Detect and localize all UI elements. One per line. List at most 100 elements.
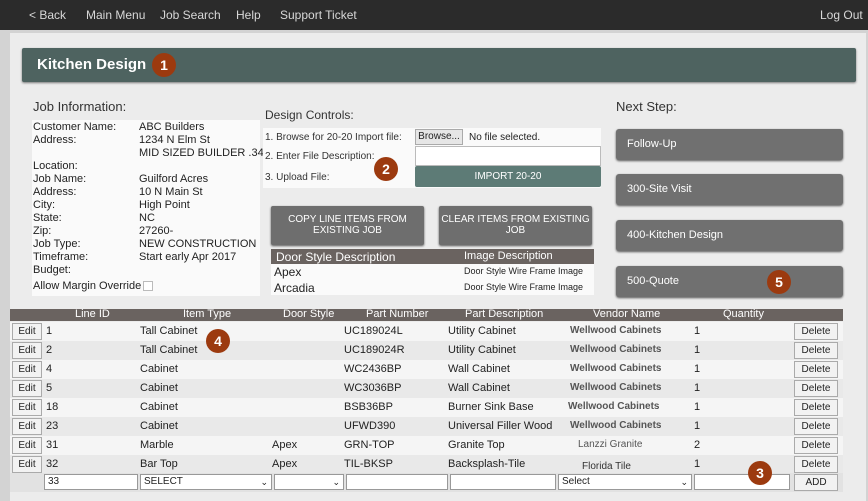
job-info-panel: Customer Name: ABC Builders Address: 1234 … <box>32 120 264 296</box>
quantity: 1 <box>694 325 701 337</box>
job-info-value: 27260- <box>139 225 174 237</box>
margin-override-label: Allow Margin Override <box>33 280 142 292</box>
table-row: Edit 32 Bar Top Apex TIL-BKSP Backsplash… <box>10 455 843 474</box>
part-number-input[interactable] <box>346 474 448 490</box>
delete-button[interactable]: Delete <box>794 342 838 359</box>
delete-button[interactable]: Delete <box>794 399 838 416</box>
copy-button-line2: EXISTING JOB <box>313 225 382 236</box>
import-button[interactable]: IMPORT 20-20 <box>415 166 601 187</box>
clear-items-button[interactable]: CLEAR ITEMS FROM EXISTING JOB <box>439 206 592 245</box>
edit-button[interactable]: Edit <box>12 361 42 378</box>
job-info-label: City: <box>33 199 55 211</box>
help-link[interactable]: Help <box>236 8 261 22</box>
item-type: Marble <box>140 439 174 451</box>
part-number: WC2436BP <box>344 363 402 375</box>
vendor-name: Lanzzi Granite <box>578 439 643 450</box>
chevron-down-icon: ⌄ <box>260 477 268 487</box>
page-header: Kitchen Design <box>22 48 856 82</box>
step3-label: 3. Upload File: <box>265 172 330 183</box>
table-row: Edit 4 Cabinet WC2436BP Wall Cabinet Wel… <box>10 360 843 379</box>
door-style-row[interactable]: Arcadia Door Style Wire Frame Image <box>271 280 594 295</box>
edit-button[interactable]: Edit <box>12 399 42 416</box>
quantity-input[interactable] <box>694 474 790 490</box>
logout-link[interactable]: Log Out <box>820 8 863 22</box>
job-info-value: Start early Apr 2017 <box>139 251 237 263</box>
new-line-row: 33 SELECT ⌄ ⌄ Select ⌄ ADD <box>10 473 843 492</box>
delete-button[interactable]: Delete <box>794 456 838 473</box>
vendor-select[interactable]: Select ⌄ <box>558 474 692 490</box>
part-description: Backsplash-Tile <box>448 458 526 470</box>
item-type: Cabinet <box>140 363 178 375</box>
door-style: Apex <box>272 458 298 470</box>
edit-button[interactable]: Edit <box>12 418 42 435</box>
delete-button[interactable]: Delete <box>794 418 838 435</box>
line-id: 31 <box>46 439 59 451</box>
vendor-name: Wellwood Cabinets <box>570 420 662 431</box>
kitchen-design-button[interactable]: 400-Kitchen Design <box>616 220 843 251</box>
job-info-label: Job Type: <box>33 238 81 250</box>
new-line-id-input[interactable]: 33 <box>44 474 138 490</box>
table-row: Edit 18 Cabinet BSB36BP Burner Sink Base… <box>10 398 843 417</box>
back-link[interactable]: < Back <box>29 8 66 22</box>
part-description-input[interactable] <box>450 474 556 490</box>
clear-button-line2: JOB <box>505 225 526 236</box>
add-button[interactable]: ADD <box>794 474 838 491</box>
job-info-value: 10 N Main St <box>139 186 203 198</box>
file-description-input[interactable] <box>415 146 601 166</box>
step2-label: 2. Enter File Description: <box>265 151 375 162</box>
edit-button[interactable]: Edit <box>12 342 42 359</box>
support-ticket-link[interactable]: Support Ticket <box>280 8 357 22</box>
line-id: 4 <box>46 363 53 375</box>
line-id: 5 <box>46 382 53 394</box>
delete-button[interactable]: Delete <box>794 323 838 340</box>
line-id: 32 <box>46 458 59 470</box>
door-style-row[interactable]: Apex Door Style Wire Frame Image <box>271 264 594 279</box>
item-type-select[interactable]: SELECT ⌄ <box>140 474 272 490</box>
edit-button[interactable]: Edit <box>12 323 42 340</box>
part-description: Universal Filler Wood <box>448 420 553 432</box>
chevron-down-icon: ⌄ <box>332 477 340 487</box>
edit-button[interactable]: Edit <box>12 437 42 454</box>
table-row: Edit 31 Marble Apex GRN-TOP Granite Top … <box>10 436 843 455</box>
clear-button-line1: CLEAR ITEMS FROM EXISTING <box>441 214 590 225</box>
part-description: Wall Cabinet <box>448 363 510 375</box>
delete-button[interactable]: Delete <box>794 380 838 397</box>
part-description: Granite Top <box>448 439 505 451</box>
item-type: Tall Cabinet <box>140 325 198 337</box>
browse-button[interactable]: Browse... <box>415 129 463 145</box>
step1-label: 1. Browse for 20-20 Import file: <box>265 132 402 143</box>
vendor-name: Wellwood Cabinets <box>570 382 662 393</box>
part-description: Wall Cabinet <box>448 382 510 394</box>
top-nav: < Back Main Menu Job Search Help Support… <box>0 0 868 30</box>
vendor-name: Wellwood Cabinets <box>570 325 662 336</box>
copy-line-items-button[interactable]: COPY LINE ITEMS FROM EXISTING JOB <box>271 206 424 245</box>
delete-button[interactable]: Delete <box>794 361 838 378</box>
col-part-description: Part Description <box>465 308 544 320</box>
job-search-link[interactable]: Job Search <box>160 8 221 22</box>
job-info-value: NEW CONSTRUCTION <box>139 238 257 250</box>
job-info-title: Job Information: <box>33 99 127 114</box>
edit-button[interactable]: Edit <box>12 380 42 397</box>
vendor-select-value: Select <box>562 476 590 487</box>
item-type: Cabinet <box>140 401 178 413</box>
job-info-label: Zip: <box>33 225 52 237</box>
follow-up-button[interactable]: Follow-Up <box>616 129 843 160</box>
step-badge-5: 5 <box>767 270 791 294</box>
site-visit-button[interactable]: 300-Site Visit <box>616 174 843 205</box>
delete-button[interactable]: Delete <box>794 437 838 454</box>
quote-button[interactable]: 500-Quote <box>616 266 843 297</box>
job-info-value: 1234 N Elm St <box>139 134 210 146</box>
part-number: GRN-TOP <box>344 439 395 451</box>
main-menu-link[interactable]: Main Menu <box>86 8 145 22</box>
item-type: Tall Cabinet <box>140 344 198 356</box>
edit-button[interactable]: Edit <box>12 456 42 473</box>
quantity: 1 <box>694 382 701 394</box>
door-style: Apex <box>272 439 298 451</box>
part-number: UC189024L <box>344 325 403 337</box>
part-description: Utility Cabinet <box>448 344 516 356</box>
item-type: Cabinet <box>140 420 178 432</box>
part-number: TIL-BKSP <box>344 458 393 470</box>
job-info-label: Timeframe: <box>33 251 89 263</box>
margin-override-checkbox[interactable] <box>143 281 153 291</box>
door-style-select[interactable]: ⌄ <box>274 474 344 490</box>
